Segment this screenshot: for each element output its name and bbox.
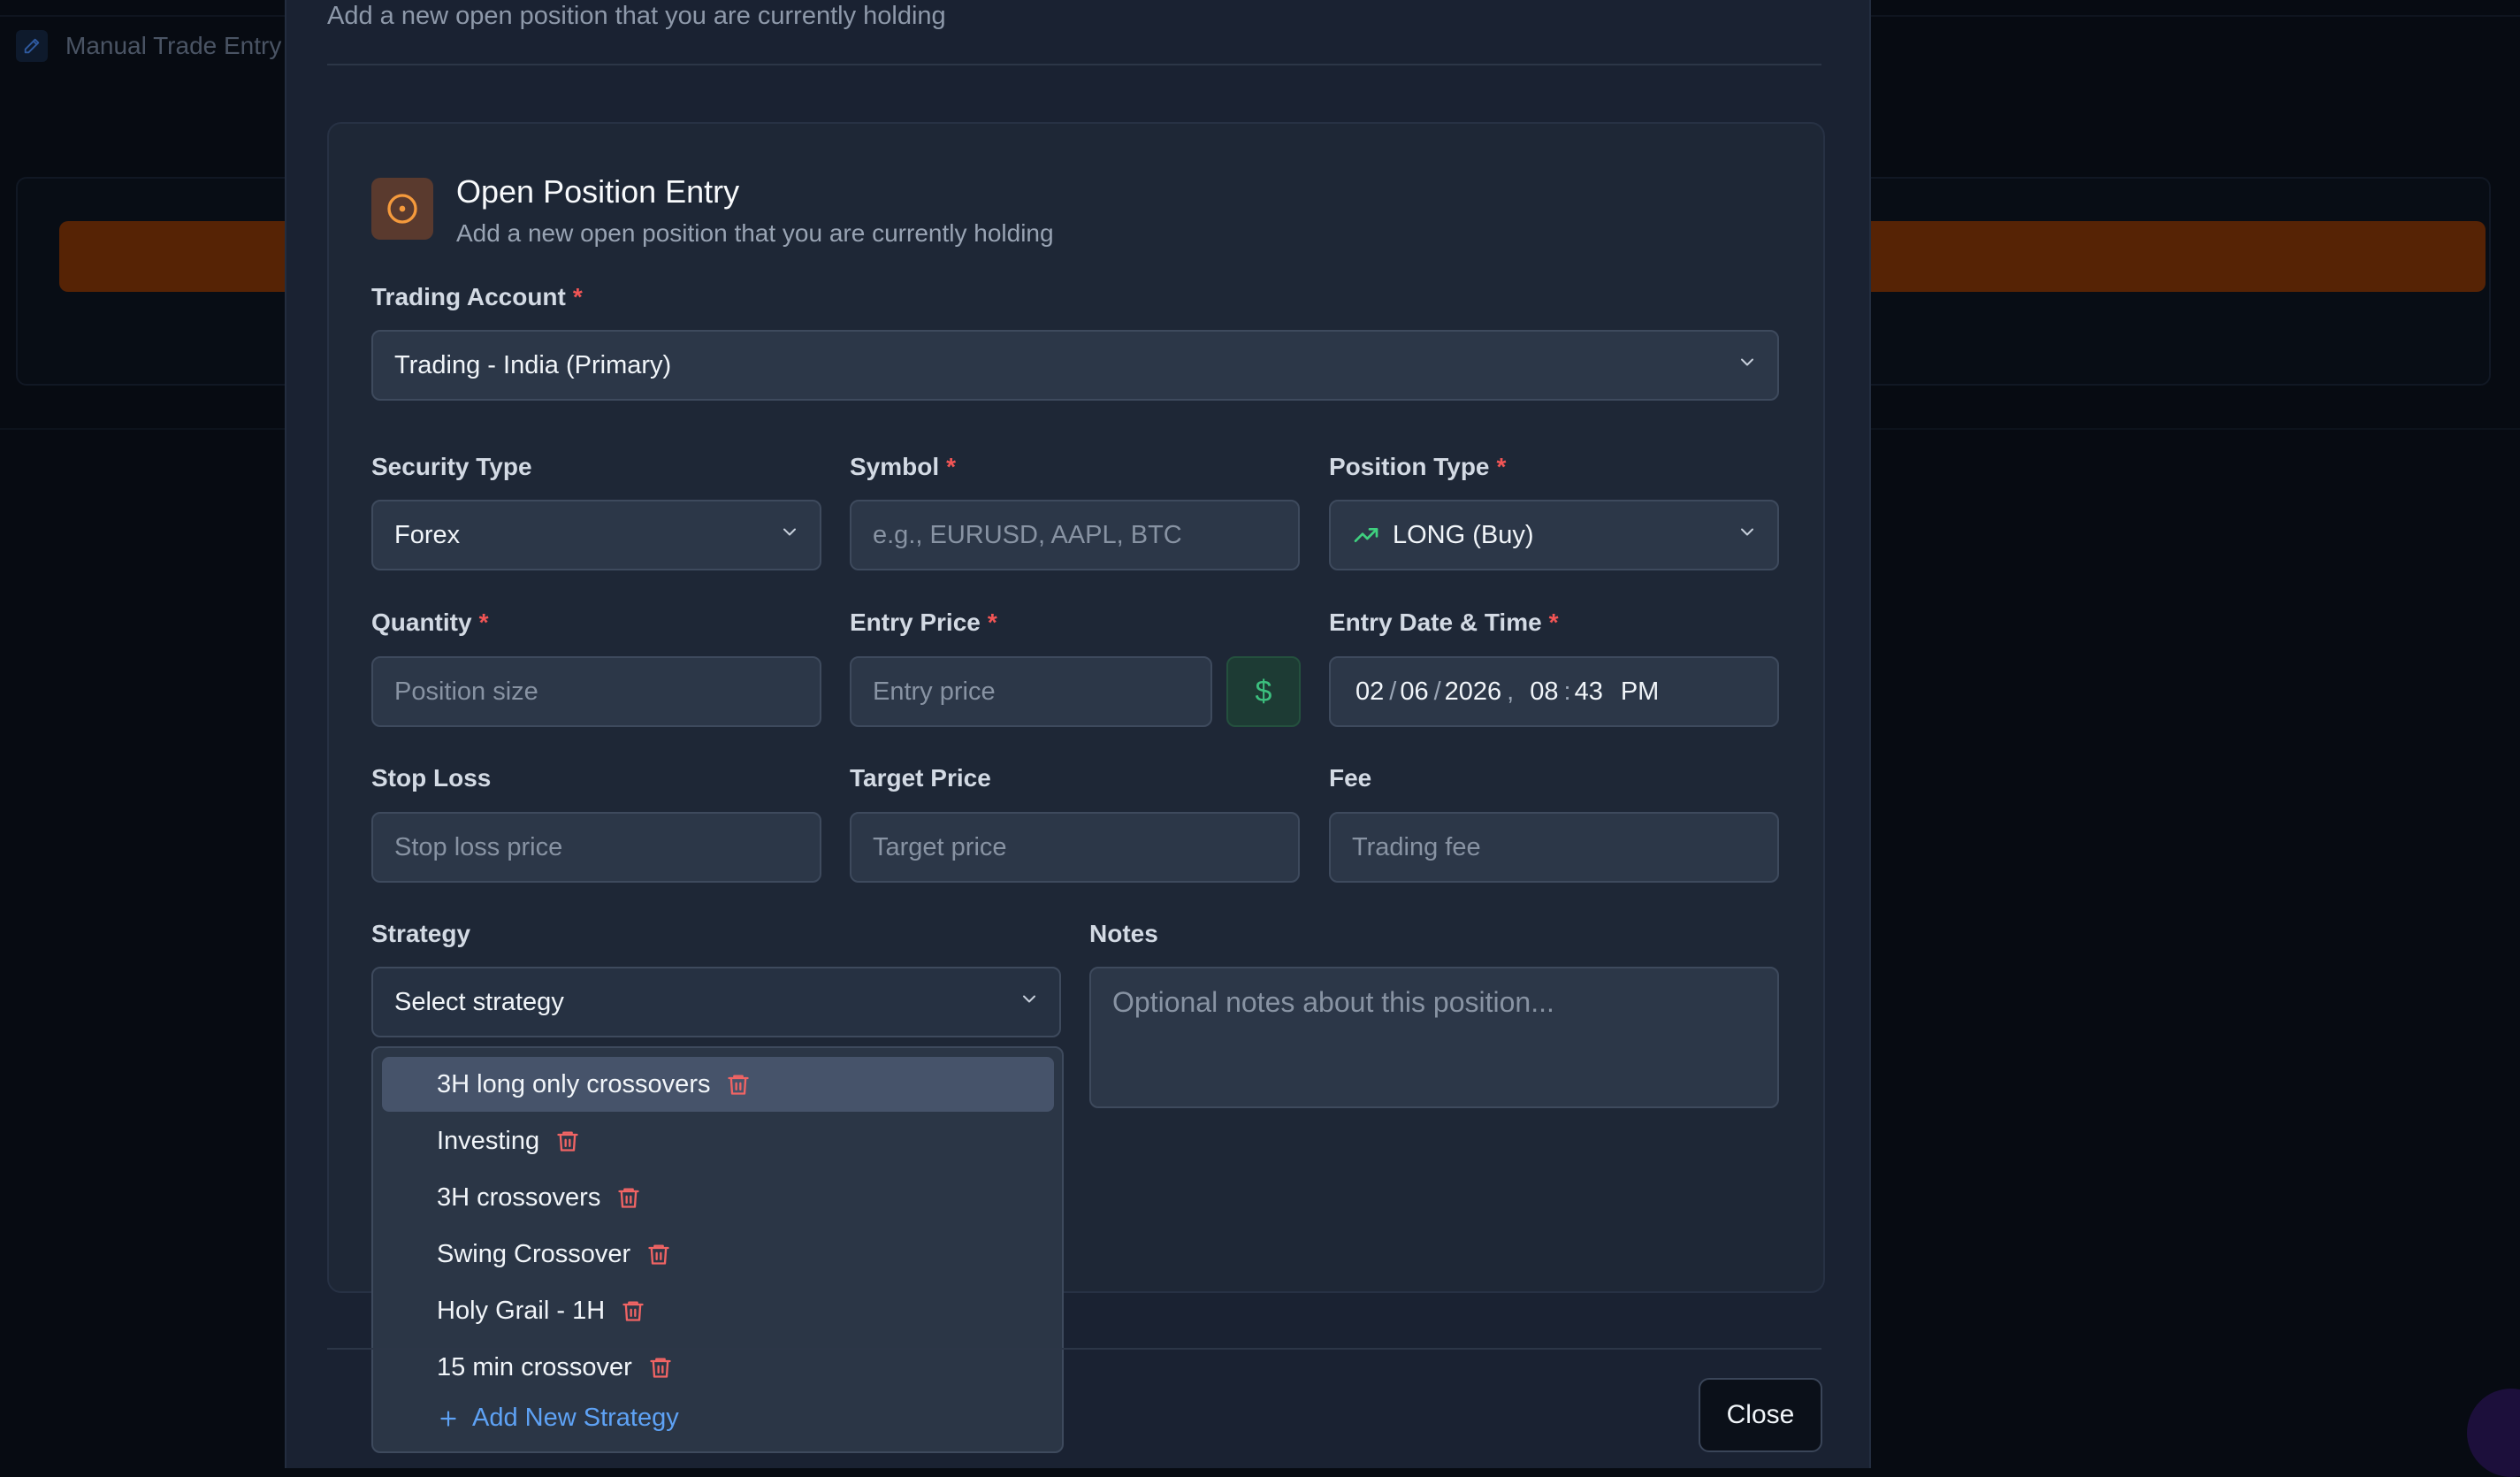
entry-month[interactable]: 02 xyxy=(1355,677,1384,707)
strategy-option-label: Holy Grail - 1H xyxy=(437,1296,606,1325)
strategy-label: Strategy xyxy=(371,920,471,947)
section-subtitle: Add a new open position that you are cur… xyxy=(456,219,1054,247)
entry-datetime-label: Entry Date & Time * xyxy=(1329,608,1559,636)
strategy-option[interactable]: Investing xyxy=(382,1113,1054,1168)
chevron-down-icon xyxy=(1737,351,1758,380)
symbol-placeholder: e.g., EURUSD, AAPL, BTC xyxy=(873,520,1182,549)
entry-price-input[interactable]: Entry price xyxy=(850,656,1212,727)
strategy-option[interactable]: Swing Crossover xyxy=(382,1227,1054,1282)
trash-icon[interactable] xyxy=(726,1070,751,1098)
position-type-label: Position Type * xyxy=(1329,453,1507,480)
trash-icon[interactable] xyxy=(648,1353,673,1381)
strategy-option-label: 3H crossovers xyxy=(437,1182,601,1212)
fee-input[interactable]: Trading fee xyxy=(1329,812,1779,883)
section-title: Open Position Entry xyxy=(456,173,740,210)
security-type-label: Security Type xyxy=(371,453,532,480)
strategy-option[interactable]: 3H long only crossovers xyxy=(382,1057,1054,1112)
entry-datetime-input[interactable]: 02/06/2026, 08:43 PM xyxy=(1329,656,1779,727)
strategy-select[interactable]: Select strategy xyxy=(371,967,1061,1037)
trash-icon[interactable] xyxy=(621,1297,645,1325)
fee-label: Fee xyxy=(1329,764,1372,792)
modal-description: Add a new open position that you are cur… xyxy=(327,2,946,30)
position-type-select[interactable]: LONG (Buy) xyxy=(1329,500,1779,570)
entry-price-placeholder: Entry price xyxy=(873,677,996,706)
symbol-label: Symbol * xyxy=(850,453,957,480)
notes-textarea[interactable]: Optional notes about this position... xyxy=(1089,967,1779,1108)
entry-year[interactable]: 2026 xyxy=(1445,677,1502,707)
dollar-icon: $ xyxy=(1255,674,1272,708)
modal-divider xyxy=(327,64,1821,65)
strategy-option-label: Swing Crossover xyxy=(437,1239,631,1268)
strategy-option-label: 3H long only crossovers xyxy=(437,1069,711,1098)
strategy-value: Select strategy xyxy=(394,987,564,1016)
background-page-title: Manual Trade Entry xyxy=(65,32,282,59)
quantity-label: Quantity * xyxy=(371,608,489,636)
stop-loss-placeholder: Stop loss price xyxy=(394,832,563,861)
trash-icon[interactable] xyxy=(555,1127,580,1155)
entry-ampm[interactable]: PM xyxy=(1621,677,1660,707)
close-button[interactable]: Close xyxy=(1699,1378,1822,1452)
symbol-input[interactable]: e.g., EURUSD, AAPL, BTC xyxy=(850,500,1300,570)
quantity-input[interactable]: Position size xyxy=(371,656,821,727)
chevron-down-icon xyxy=(1019,988,1040,1017)
strategy-option[interactable]: Holy Grail - 1H xyxy=(382,1283,1054,1338)
entry-price-label: Entry Price * xyxy=(850,608,997,636)
target-icon xyxy=(371,178,433,240)
background-floating-button xyxy=(2467,1389,2520,1477)
chevron-down-icon xyxy=(1737,521,1758,550)
background-header: Manual Trade Entry xyxy=(16,30,281,62)
add-new-strategy-button[interactable]: Add New Strategy xyxy=(437,1404,679,1433)
trading-account-select[interactable]: Trading - India (Primary) xyxy=(371,330,1779,401)
modal-footer-divider xyxy=(327,1348,1821,1350)
fee-placeholder: Trading fee xyxy=(1352,832,1481,861)
add-new-strategy-label: Add New Strategy xyxy=(472,1404,679,1432)
strategy-dropdown-menu: 3H long only crossovers Investing 3H cro… xyxy=(371,1046,1064,1453)
plus-icon xyxy=(437,1407,460,1430)
target-price-input[interactable]: Target price xyxy=(850,812,1300,883)
security-type-value: Forex xyxy=(394,520,461,549)
entry-hour[interactable]: 08 xyxy=(1530,677,1558,707)
stop-loss-label: Stop Loss xyxy=(371,764,492,792)
trash-icon[interactable] xyxy=(616,1183,641,1212)
entry-minute[interactable]: 43 xyxy=(1575,677,1603,707)
quantity-placeholder: Position size xyxy=(394,677,538,706)
trash-icon[interactable] xyxy=(646,1240,671,1268)
stop-loss-input[interactable]: Stop loss price xyxy=(371,812,821,883)
entry-day[interactable]: 06 xyxy=(1400,677,1428,707)
position-type-value: LONG (Buy) xyxy=(1393,520,1534,549)
trading-account-value: Trading - India (Primary) xyxy=(394,350,672,379)
target-price-placeholder: Target price xyxy=(873,832,1007,861)
strategy-option-label: Investing xyxy=(437,1126,540,1155)
currency-button[interactable]: $ xyxy=(1226,656,1301,727)
strategy-option[interactable]: 3H crossovers xyxy=(382,1170,1054,1225)
security-type-select[interactable]: Forex xyxy=(371,500,821,570)
trading-account-label: Trading Account * xyxy=(371,283,583,310)
notes-placeholder: Optional notes about this position... xyxy=(1112,986,1554,1018)
edit-icon xyxy=(16,30,48,62)
chevron-down-icon xyxy=(779,521,800,550)
notes-label: Notes xyxy=(1089,920,1158,947)
target-price-label: Target Price xyxy=(850,764,991,792)
trending-up-icon xyxy=(1352,521,1380,549)
strategy-option-label: 15 min crossover xyxy=(437,1352,632,1381)
